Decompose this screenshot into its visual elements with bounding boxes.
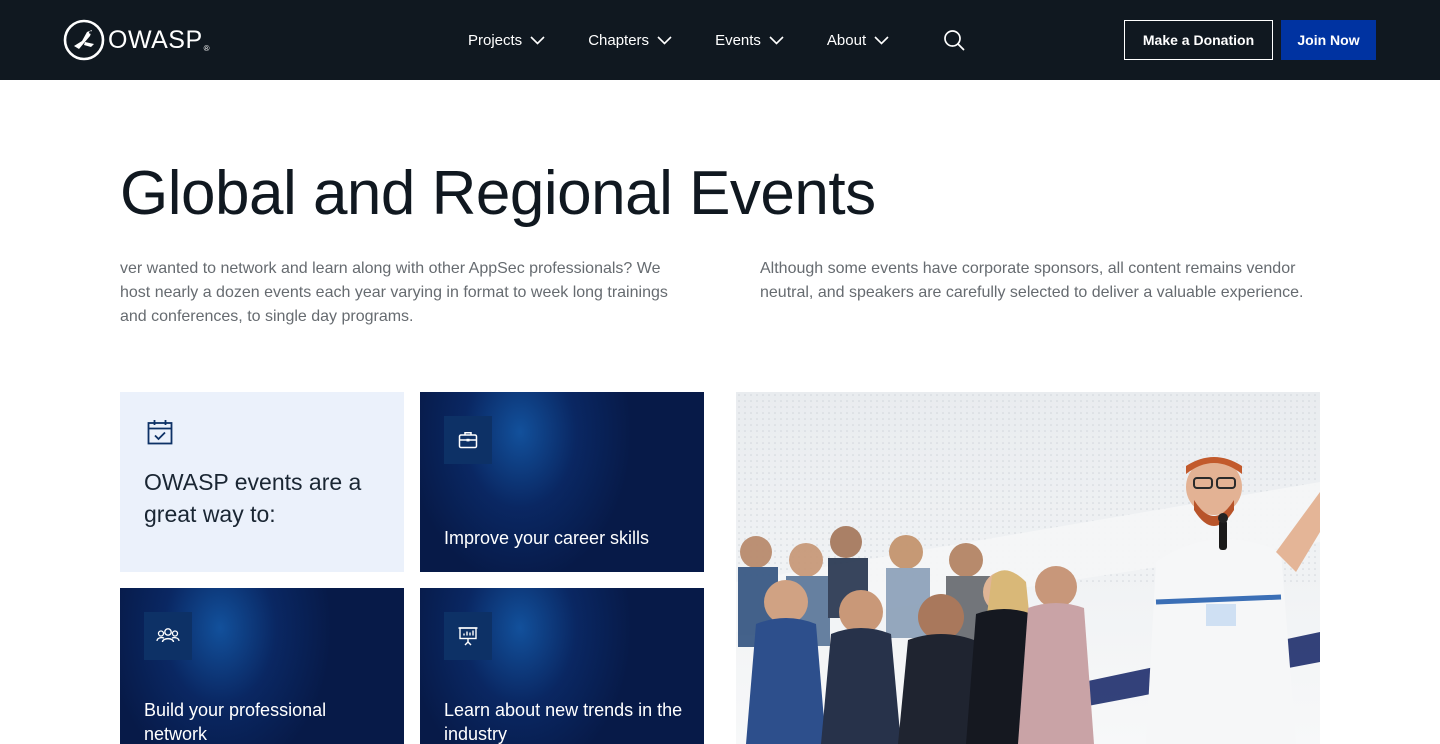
- career-icon-box: [444, 416, 492, 464]
- owasp-wasp-icon: [63, 19, 105, 61]
- network-card-text: Build your professional network: [144, 700, 327, 744]
- people-icon: [156, 628, 180, 643]
- network-card: Build your professional network: [120, 588, 404, 744]
- chevron-down-icon: [657, 35, 672, 45]
- intro-paragraph-left: ver wanted to network and learn along wi…: [120, 260, 668, 325]
- conference-photo: [736, 392, 1320, 744]
- network-icon-box: [144, 612, 192, 660]
- nav-about-label: About: [826, 31, 867, 49]
- main-nav: Projects Chapters Events About: [468, 0, 932, 80]
- briefcase-icon: [458, 432, 478, 449]
- owasp-logo[interactable]: OWASP ®: [63, 19, 210, 61]
- nav-chapters-label: Chapters: [588, 31, 650, 49]
- events-intro-title: OWASP events are a great way to:: [144, 469, 362, 527]
- nav-projects-label: Projects: [468, 31, 523, 49]
- calendar-check-icon: [147, 420, 173, 445]
- search-button[interactable]: [943, 29, 965, 51]
- intro-paragraph-right: Although some events have corporate spon…: [760, 260, 1304, 301]
- nav-projects[interactable]: Projects: [468, 32, 545, 49]
- join-now-button[interactable]: Join Now: [1281, 20, 1376, 60]
- site-header: OWASP ® Projects Chapters Events About M…: [0, 0, 1440, 80]
- nav-events-label: Events: [715, 31, 761, 49]
- chevron-down-icon: [769, 35, 784, 45]
- presentation-board-icon: [458, 627, 478, 646]
- nav-about[interactable]: About: [827, 32, 889, 49]
- search-icon: [944, 30, 965, 51]
- logo-wordmark: OWASP: [108, 25, 203, 54]
- nav-chapters[interactable]: Chapters: [588, 32, 672, 49]
- trends-icon-box: [444, 612, 492, 660]
- page-title: Global and Regional Events: [120, 159, 876, 228]
- trends-card-text: Learn about new trends in the industry: [444, 700, 683, 744]
- career-card-text: Improve your career skills: [444, 528, 650, 548]
- registered-mark: ®: [203, 43, 210, 53]
- nav-events[interactable]: Events: [715, 32, 784, 49]
- chevron-down-icon: [874, 35, 889, 45]
- donate-button[interactable]: Make a Donation: [1124, 20, 1273, 60]
- chevron-down-icon: [530, 35, 545, 45]
- events-intro-card: OWASP events are a great way to:: [120, 392, 404, 572]
- trends-card: Learn about new trends in the industry: [420, 588, 704, 744]
- career-card: Improve your career skills: [420, 392, 704, 572]
- conference-audience-image: [736, 392, 1320, 744]
